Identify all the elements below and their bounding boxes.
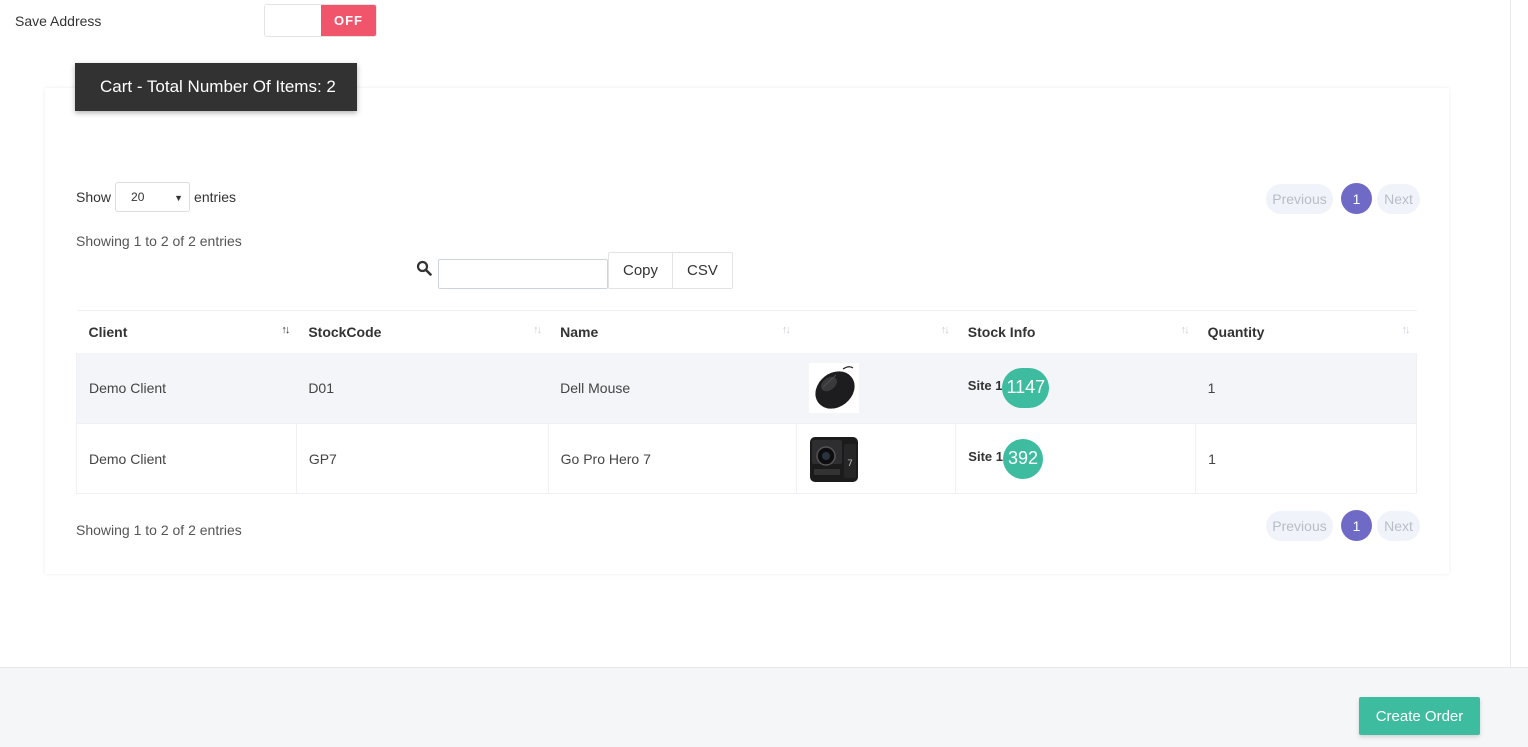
pagination-previous[interactable]: Previous: [1266, 510, 1333, 541]
stock-badge: 1147: [1002, 367, 1050, 408]
cell-stock-code: GP7: [296, 423, 549, 494]
toggle-track: [265, 5, 321, 36]
csv-button[interactable]: CSV: [672, 253, 732, 288]
search-icon: [416, 260, 432, 276]
chevron-down-icon: ▼: [174, 193, 184, 203]
pagination-previous[interactable]: Previous: [1266, 183, 1333, 214]
cell-stock-info: Site 1 1147: [955, 352, 1196, 424]
sort-asc-icon: ↑↓: [281, 324, 290, 336]
site-label: Site 1: [968, 449, 1003, 464]
cell-image: [796, 352, 956, 424]
column-header-client[interactable]: Client ↑↓: [76, 310, 297, 353]
footer-bar: [0, 667, 1528, 747]
cart-banner-title: Cart - Total Number Of Items: 2: [100, 77, 336, 96]
pagination-next[interactable]: Next: [1377, 183, 1420, 214]
stock-badge: 392: [1002, 438, 1043, 479]
column-header-stock-info[interactable]: Stock Info ↑↓: [955, 310, 1196, 353]
table-header-row: Client ↑↓ StockCode ↑↓ Name ↑↓ ↑↓ Stock Inf…: [76, 310, 1417, 353]
camera-image: 7: [809, 433, 860, 484]
length-menu-prefix: Show: [76, 189, 112, 205]
table-info-bottom: Showing 1 to 2 of 2 entries: [76, 522, 242, 538]
sort-icon: ↑↓: [533, 324, 542, 336]
column-header-quantity[interactable]: Quantity ↑↓: [1195, 310, 1417, 353]
svg-text:7: 7: [848, 459, 854, 469]
cell-client: Demo Client: [76, 423, 297, 494]
pagination-top: Previous 1 Next: [1266, 183, 1420, 214]
sort-icon: ↑↓: [1180, 324, 1190, 336]
table-row[interactable]: Demo Client D01 Dell Mouse Site 1 1147 1: [76, 352, 1417, 424]
column-header-name[interactable]: Name ↑↓: [548, 310, 797, 353]
cart-banner: Cart - Total Number Of Items: 2: [75, 63, 357, 111]
cell-image: 7: [796, 423, 957, 494]
copy-button[interactable]: Copy: [609, 253, 672, 288]
sort-icon: ↑↓: [1401, 324, 1411, 336]
entries-select-value: 20: [131, 190, 145, 204]
scrollbar-track[interactable]: [1510, 0, 1528, 667]
table-info-top: Showing 1 to 2 of 2 entries: [76, 233, 242, 249]
toggle-state-label: OFF: [321, 5, 376, 36]
cell-name: Dell Mouse: [548, 352, 797, 424]
save-address-toggle[interactable]: OFF: [264, 4, 377, 37]
export-buttons: Copy CSV: [608, 252, 733, 289]
pagination-next[interactable]: Next: [1377, 510, 1420, 541]
cell-quantity: 1: [1195, 352, 1417, 424]
entries-select[interactable]: 20 ▼: [115, 182, 191, 212]
sort-icon: ↑↓: [781, 324, 791, 336]
mouse-image: [808, 362, 859, 413]
table-row[interactable]: Demo Client GP7 Go Pro Hero 7 7 Site 1 3…: [76, 423, 1417, 494]
cell-name: Go Pro Hero 7: [548, 423, 798, 494]
cell-stock-info: Site 1 392: [955, 423, 1197, 494]
search-input[interactable]: [438, 259, 608, 289]
length-menu-suffix: entries: [194, 189, 237, 205]
column-header-stockcode[interactable]: StockCode ↑↓: [296, 310, 549, 353]
sort-icon: ↑↓: [940, 324, 950, 336]
column-header-image[interactable]: ↑↓: [796, 310, 956, 353]
pagination-page-1[interactable]: 1: [1341, 183, 1372, 214]
create-order-button[interactable]: Create Order: [1359, 697, 1480, 735]
cell-client: Demo Client: [76, 352, 297, 424]
cell-quantity: 1: [1195, 423, 1417, 494]
pagination-bottom: Previous 1 Next: [1266, 510, 1420, 541]
site-label: Site 1: [967, 378, 1003, 394]
cart-table: Client ↑↓ StockCode ↑↓ Name ↑↓ ↑↓ Stock Inf…: [76, 310, 1417, 494]
length-menu: Show 20 ▼ entries: [76, 182, 236, 212]
cell-stock-code: D01: [296, 352, 549, 424]
pagination-page-1[interactable]: 1: [1341, 510, 1372, 541]
save-address-label: Save Address: [15, 13, 102, 29]
